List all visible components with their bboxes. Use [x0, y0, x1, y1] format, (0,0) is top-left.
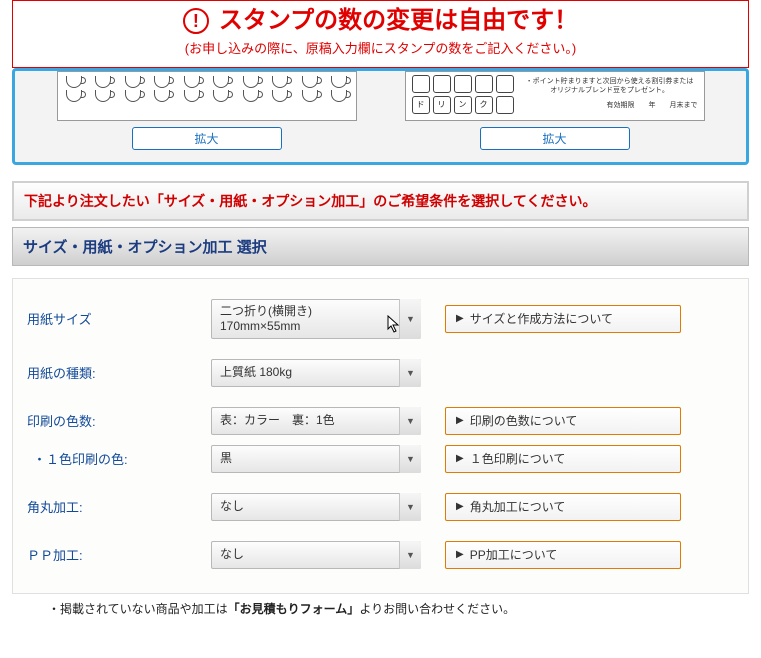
label-paper-type: 用紙の種類: [27, 363, 187, 382]
chevron-down-icon: ▼ [399, 359, 421, 387]
stamp-cup-icon [331, 90, 347, 102]
stamp-square [433, 75, 451, 93]
stamp-cup-icon [66, 76, 82, 88]
stamp-cup-icon [302, 90, 318, 102]
triangle-right-icon: ▶ [456, 549, 464, 560]
stamp-square: ク [475, 96, 493, 114]
triangle-right-icon: ▶ [456, 501, 464, 512]
stamp-square: ン [454, 96, 472, 114]
select-round-corner[interactable]: なし ▼ [211, 493, 421, 521]
stamp-change-notice: ! スタンプの数の変更は自由です！ (お申し込みの際に、原稿入力欄にスタンプの数… [12, 0, 749, 68]
stamp-cup-icon [331, 76, 347, 88]
chevron-down-icon: ▼ [399, 299, 421, 339]
label-round-corner: 角丸加工: [27, 497, 187, 516]
select-pp[interactable]: なし ▼ [211, 541, 421, 569]
label-paper-size: 用紙サイズ [27, 309, 187, 328]
stamp-cup-icon [272, 90, 288, 102]
label-onecolor: ・１色印刷の色: [27, 449, 187, 468]
exclamation-icon: ! [183, 8, 209, 34]
chevron-down-icon: ▼ [399, 445, 421, 473]
stamp-cup-icon [213, 90, 229, 102]
section-header: サイズ・用紙・オプション加工 選択 [12, 227, 749, 266]
stamp-square [496, 75, 514, 93]
stamp-cup-icon [184, 76, 200, 88]
zoom-button-1[interactable]: 拡大 [132, 127, 282, 150]
stamp-card-preview-2: ドリンク ・ポイント貯まりますと次回から使える割引券または オリジナルブレンド豆… [405, 71, 705, 150]
select-onecolor[interactable]: 黒 ▼ [211, 445, 421, 473]
order-options-form: 用紙サイズ 二つ折り(横開き) 170mm×55mm ▼ ▶ サイズと作成方法に… [12, 278, 749, 594]
chevron-down-icon: ▼ [399, 407, 421, 435]
stamp-cup-icon [154, 76, 170, 88]
stamp-square [496, 96, 514, 114]
stamp-cup-icon [154, 90, 170, 102]
triangle-right-icon: ▶ [456, 415, 464, 426]
card2-desc-line: オリジナルブレンド豆をプレゼント。 [522, 86, 698, 95]
label-pp: ＰＰ加工: [27, 545, 187, 564]
stamp-cup-icon [184, 90, 200, 102]
triangle-right-icon: ▶ [456, 313, 464, 324]
info-button-onecolor[interactable]: ▶ １色印刷について [445, 445, 681, 473]
stamp-square [475, 75, 493, 93]
stamp-cup-icon [272, 76, 288, 88]
stamp-card-preview-1: 拡大 [57, 71, 357, 150]
stamp-cup-icon [302, 76, 318, 88]
chevron-down-icon: ▼ [399, 493, 421, 521]
triangle-right-icon: ▶ [456, 453, 464, 464]
select-print-colors[interactable]: 表：カラー 裏：1色 ▼ [211, 407, 421, 435]
card2-desc-line: ・ポイント貯まりますと次回から使える割引券または [522, 77, 698, 86]
info-button-size[interactable]: ▶ サイズと作成方法について [445, 305, 681, 333]
preview-panel: 拡大 ドリンク ・ポイント貯まりますと次回から使える割引券または オリジナルブレ… [12, 68, 749, 165]
stamp-cup-icon [125, 76, 141, 88]
stamp-cup-icon [66, 90, 82, 102]
info-button-round[interactable]: ▶ 角丸加工について [445, 493, 681, 521]
stamp-square [454, 75, 472, 93]
zoom-button-2[interactable]: 拡大 [480, 127, 630, 150]
stamp-cup-icon [243, 90, 259, 102]
instruction-text: 下記より注文したい「サイズ・用紙・オプション加工」のご希望条件を選択してください… [12, 181, 749, 221]
stamp-square [412, 75, 430, 93]
footer-note: ・掲載されていない商品や加工は「お見積もりフォーム」よりお問い合わせください。 [48, 600, 749, 617]
stamp-square: リ [433, 96, 451, 114]
stamp-cup-icon [95, 76, 111, 88]
stamp-cup-icon [95, 90, 111, 102]
info-button-pp[interactable]: ▶ PP加工について [445, 541, 681, 569]
stamp-cup-icon [125, 90, 141, 102]
label-print-colors: 印刷の色数: [27, 411, 187, 430]
select-paper-size[interactable]: 二つ折り(横開き) 170mm×55mm ▼ [211, 299, 421, 339]
notice-title: スタンプの数の変更は自由です！ [219, 7, 578, 36]
stamp-cup-icon [243, 76, 259, 88]
stamp-cup-icon [213, 76, 229, 88]
select-paper-type[interactable]: 上質紙 180kg ▼ [211, 359, 421, 387]
card2-desc-line: 有効期限 年 月末まで [522, 101, 698, 110]
info-button-colors[interactable]: ▶ 印刷の色数について [445, 407, 681, 435]
stamp-square: ド [412, 96, 430, 114]
chevron-down-icon: ▼ [399, 541, 421, 569]
notice-subtitle: (お申し込みの際に、原稿入力欄にスタンプの数をご記入ください。) [13, 38, 748, 57]
